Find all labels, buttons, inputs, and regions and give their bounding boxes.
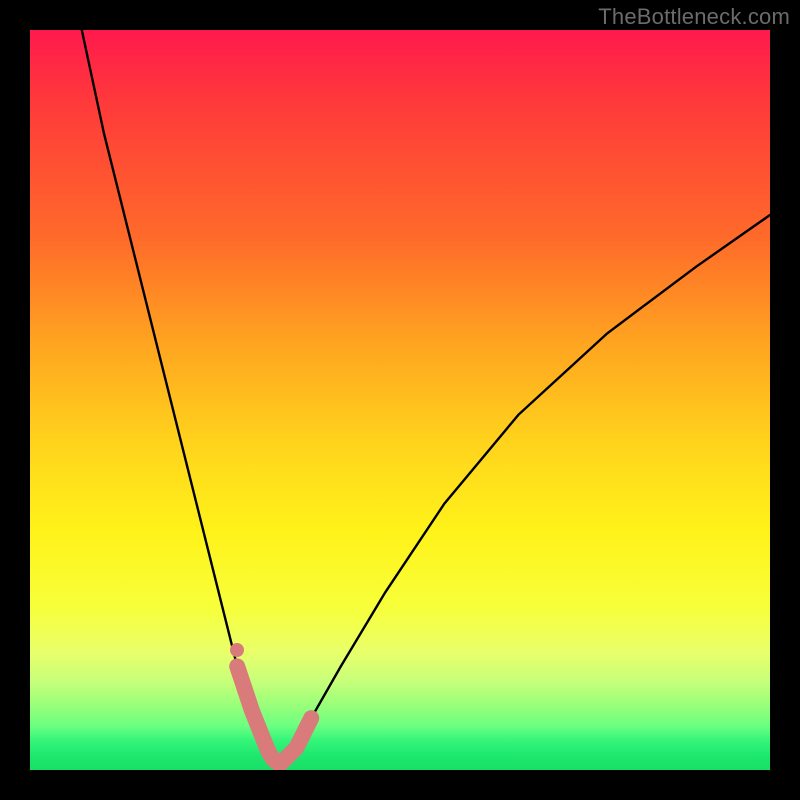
outer-frame: TheBottleneck.com (0, 0, 800, 800)
curve-layer (30, 30, 770, 770)
plot-area (30, 30, 770, 770)
optimal-range-start-dot (230, 643, 244, 657)
bottleneck-curve (82, 30, 770, 763)
optimal-range-highlight (237, 666, 311, 762)
watermark-text: TheBottleneck.com (598, 4, 790, 30)
